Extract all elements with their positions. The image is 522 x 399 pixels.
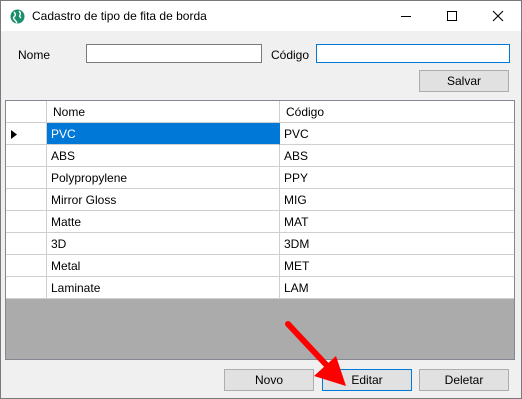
cell-name[interactable]: Matte: [47, 211, 280, 233]
annotation-arrow: [285, 321, 346, 386]
cell-code[interactable]: LAM: [280, 277, 514, 299]
data-grid[interactable]: Nome Código PVC PVC ABS ABS Polypropylene PPY…: [5, 100, 515, 360]
table-row[interactable]: ABS ABS: [6, 145, 514, 167]
row-header[interactable]: [6, 145, 47, 167]
table-row[interactable]: Matte MAT: [6, 211, 514, 233]
cell-code[interactable]: MIG: [280, 189, 514, 211]
maximize-button[interactable]: [429, 1, 475, 31]
column-header-name[interactable]: Nome: [47, 101, 280, 123]
globe-icon: [10, 9, 25, 24]
maximize-icon: [447, 11, 457, 21]
row-pointer-icon: [11, 130, 17, 139]
table-row[interactable]: Polypropylene PPY: [6, 167, 514, 189]
cell-name[interactable]: ABS: [47, 145, 280, 167]
table-row[interactable]: Mirror Gloss MIG: [6, 189, 514, 211]
row-header[interactable]: [6, 277, 47, 299]
title-bar[interactable]: Cadastro de tipo de fita de borda: [1, 1, 521, 31]
grid-header-row: Nome Código: [6, 101, 514, 123]
table-row[interactable]: 3D 3DM: [6, 233, 514, 255]
cell-name[interactable]: Metal: [47, 255, 280, 277]
row-header[interactable]: [6, 167, 47, 189]
delete-button[interactable]: Deletar: [419, 369, 509, 391]
cell-code[interactable]: 3DM: [280, 233, 514, 255]
main-window: Cadastro de tipo de fita de borda Nome C…: [0, 0, 522, 399]
minimize-icon: [401, 16, 411, 17]
code-label: Código: [271, 48, 310, 62]
table-row[interactable]: PVC PVC: [6, 123, 514, 145]
column-header-code[interactable]: Código: [280, 101, 514, 123]
cell-code[interactable]: PPY: [280, 167, 514, 189]
cell-code[interactable]: ABS: [280, 145, 514, 167]
save-button[interactable]: Salvar: [419, 70, 509, 92]
cell-code[interactable]: MAT: [280, 211, 514, 233]
row-header[interactable]: [6, 189, 47, 211]
row-header[interactable]: [6, 255, 47, 277]
cell-code[interactable]: MET: [280, 255, 514, 277]
row-header[interactable]: [6, 233, 47, 255]
cell-name[interactable]: 3D: [47, 233, 280, 255]
window-title: Cadastro de tipo de fita de borda: [32, 9, 207, 23]
close-button[interactable]: [475, 1, 521, 31]
minimize-button[interactable]: [383, 1, 429, 31]
row-header[interactable]: [6, 123, 47, 145]
cell-name[interactable]: Polypropylene: [47, 167, 280, 189]
close-icon: [492, 10, 504, 22]
cell-name[interactable]: Laminate: [47, 277, 280, 299]
row-header[interactable]: [6, 211, 47, 233]
cell-name[interactable]: Mirror Gloss: [47, 189, 280, 211]
table-row[interactable]: Metal MET: [6, 255, 514, 277]
name-label: Nome: [18, 48, 51, 62]
name-input[interactable]: [86, 44, 262, 63]
code-input[interactable]: [316, 44, 510, 63]
row-header-corner: [6, 101, 47, 123]
table-row[interactable]: Laminate LAM: [6, 277, 514, 299]
cell-code[interactable]: PVC: [280, 123, 514, 145]
cell-name[interactable]: PVC: [47, 123, 280, 145]
